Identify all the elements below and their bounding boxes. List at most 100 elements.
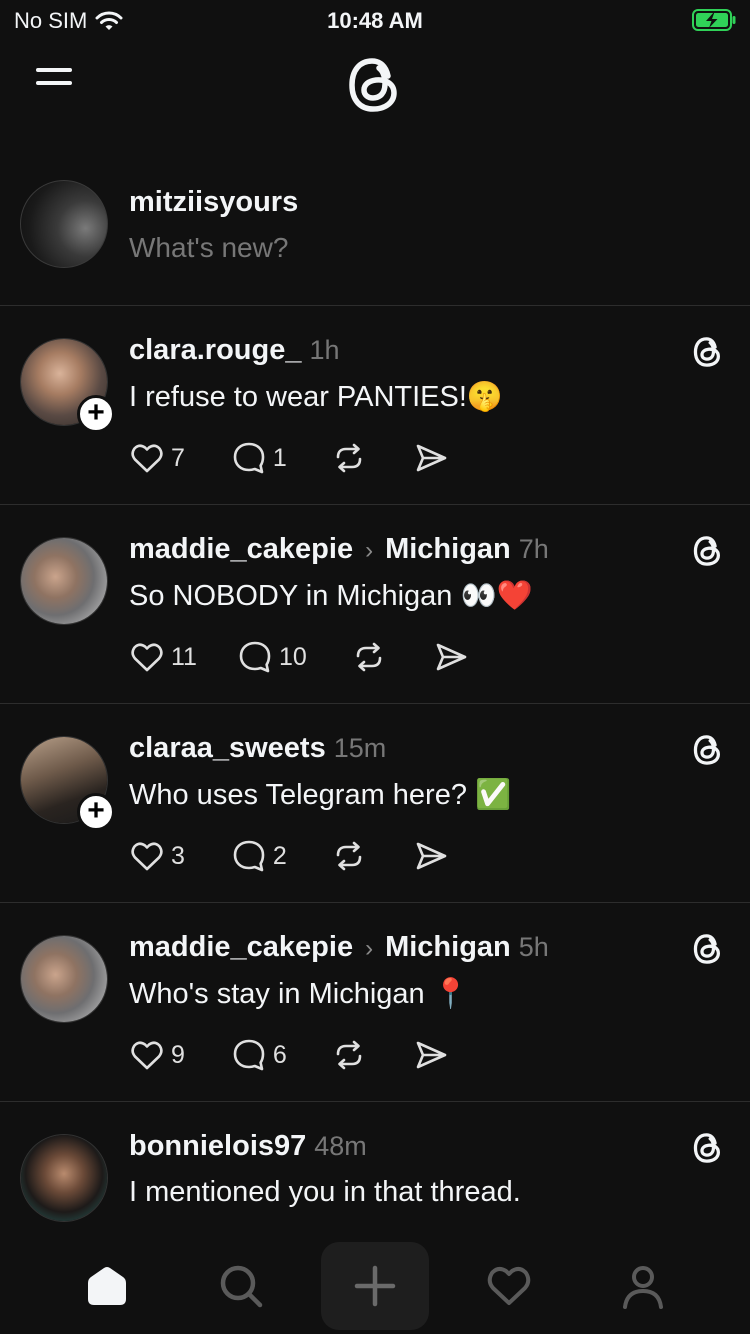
reply-count: 6 (273, 1041, 287, 1070)
post-actions: 11 10 (129, 639, 469, 675)
post-header: bonnielois97 48m (129, 1130, 367, 1163)
repost-button[interactable] (331, 1037, 367, 1073)
post-time: 48m (314, 1131, 367, 1162)
home-icon (82, 1261, 132, 1311)
post-text: So NOBODY in Michigan 👀❤️ (129, 579, 533, 613)
composer-input[interactable]: What's new? (129, 232, 288, 264)
avatar[interactable]: + (20, 736, 108, 824)
avatar[interactable]: + (20, 338, 108, 426)
post-username[interactable]: claraa_sweets (129, 732, 326, 765)
reply-count: 10 (279, 643, 307, 672)
follow-plus-button[interactable]: + (77, 793, 115, 831)
tab-home[interactable] (57, 1246, 157, 1326)
reply-icon (231, 1037, 267, 1073)
share-icon (413, 440, 449, 476)
share-icon (413, 1037, 449, 1073)
repost-icon (351, 639, 387, 675)
like-button[interactable]: 3 (129, 838, 185, 874)
threads-logo-icon[interactable] (342, 52, 408, 118)
post-header: maddie_cakepie›Michigan5h (129, 931, 549, 964)
thread-post[interactable]: + claraa_sweets 15m Who uses Telegram her… (0, 704, 750, 903)
new-post-icon (350, 1261, 400, 1311)
app-header (0, 44, 750, 134)
threads-post-icon[interactable] (690, 1130, 726, 1166)
post-username[interactable]: maddie_cakepie (129, 931, 353, 964)
avatar-photo (21, 538, 107, 624)
reply-button[interactable]: 6 (231, 1037, 287, 1073)
post-community[interactable]: Michigan (385, 931, 511, 964)
post-header: clara.rouge_ 1h (129, 334, 340, 367)
avatar[interactable] (20, 537, 108, 625)
like-button[interactable]: 11 (129, 639, 197, 675)
post-text: Who's stay in Michigan 📍 (129, 977, 469, 1011)
post-header: claraa_sweets 15m (129, 732, 386, 765)
share-button[interactable] (433, 639, 469, 675)
post-time: 15m (334, 733, 387, 764)
threads-post-icon[interactable] (690, 931, 726, 967)
repost-button[interactable] (351, 639, 387, 675)
thread-post[interactable]: + clara.rouge_ 1h I refuse to wear PANTIE… (0, 306, 750, 505)
like-button[interactable]: 7 (129, 440, 185, 476)
threads-post-icon[interactable] (690, 334, 726, 370)
reply-icon (231, 440, 267, 476)
composer-username: mitziisyours (129, 186, 298, 219)
own-avatar[interactable] (20, 180, 108, 268)
post-username[interactable]: clara.rouge_ (129, 334, 301, 367)
repost-icon (331, 440, 367, 476)
share-button[interactable] (413, 440, 449, 476)
post-actions: 7 1 (129, 440, 449, 476)
battery-charging-icon (692, 9, 736, 31)
threads-post-icon[interactable] (690, 732, 726, 768)
status-bar: No SIM 10:48 AM (0, 0, 750, 40)
tab-activity[interactable] (459, 1246, 559, 1326)
profile-icon (618, 1261, 668, 1311)
search-icon (216, 1261, 266, 1311)
like-icon (129, 1037, 165, 1073)
reply-icon (231, 838, 267, 874)
chevron-right-icon: › (365, 537, 373, 565)
post-actions: 9 6 (129, 1037, 449, 1073)
thread-post[interactable]: maddie_cakepie›Michigan5h Who's stay in … (0, 903, 750, 1102)
post-community[interactable]: Michigan (385, 533, 511, 566)
tab-new-post[interactable] (321, 1242, 429, 1330)
tab-profile[interactable] (593, 1246, 693, 1326)
reply-count: 2 (273, 842, 287, 871)
reply-button[interactable]: 2 (231, 838, 287, 874)
avatar[interactable] (20, 935, 108, 1023)
post-actions: 3 2 (129, 838, 449, 874)
share-button[interactable] (413, 838, 449, 874)
repost-button[interactable] (331, 838, 367, 874)
bottom-tab-bar (0, 1236, 750, 1334)
feed: + clara.rouge_ 1h I refuse to wear PANTIE… (0, 306, 750, 1236)
like-count: 7 (171, 444, 185, 473)
menu-button[interactable] (36, 68, 76, 100)
post-text: Who uses Telegram here? ✅ (129, 778, 511, 812)
post-text: I refuse to wear PANTIES!🤫 (129, 380, 503, 414)
like-button[interactable]: 9 (129, 1037, 185, 1073)
post-username[interactable]: bonnielois97 (129, 1130, 306, 1163)
repost-button[interactable] (331, 440, 367, 476)
share-icon (413, 838, 449, 874)
new-thread-composer[interactable]: mitziisyours What's new? (0, 170, 750, 306)
repost-icon (331, 1037, 367, 1073)
share-button[interactable] (413, 1037, 449, 1073)
reply-icon (237, 639, 273, 675)
reply-count: 1 (273, 444, 287, 473)
menu-line-icon (36, 68, 72, 72)
tab-search[interactable] (191, 1246, 291, 1326)
menu-line-icon (36, 81, 72, 85)
thread-post[interactable]: bonnielois9748m I mentioned you in that … (0, 1102, 750, 1236)
threads-post-icon[interactable] (690, 533, 726, 569)
status-time: 10:48 AM (0, 8, 750, 34)
follow-plus-button[interactable]: + (77, 395, 115, 433)
post-header: maddie_cakepie › Michigan 7h (129, 533, 549, 566)
avatar[interactable] (20, 1134, 108, 1222)
share-icon (433, 639, 469, 675)
post-time: 1h (309, 335, 339, 366)
thread-post[interactable]: maddie_cakepie › Michigan 7h So NOBODY in M… (0, 505, 750, 704)
reply-button[interactable]: 10 (237, 639, 307, 675)
chevron-right-icon: › (365, 935, 373, 963)
post-username[interactable]: maddie_cakepie (129, 533, 353, 566)
post-time: 7h (519, 534, 549, 565)
reply-button[interactable]: 1 (231, 440, 287, 476)
